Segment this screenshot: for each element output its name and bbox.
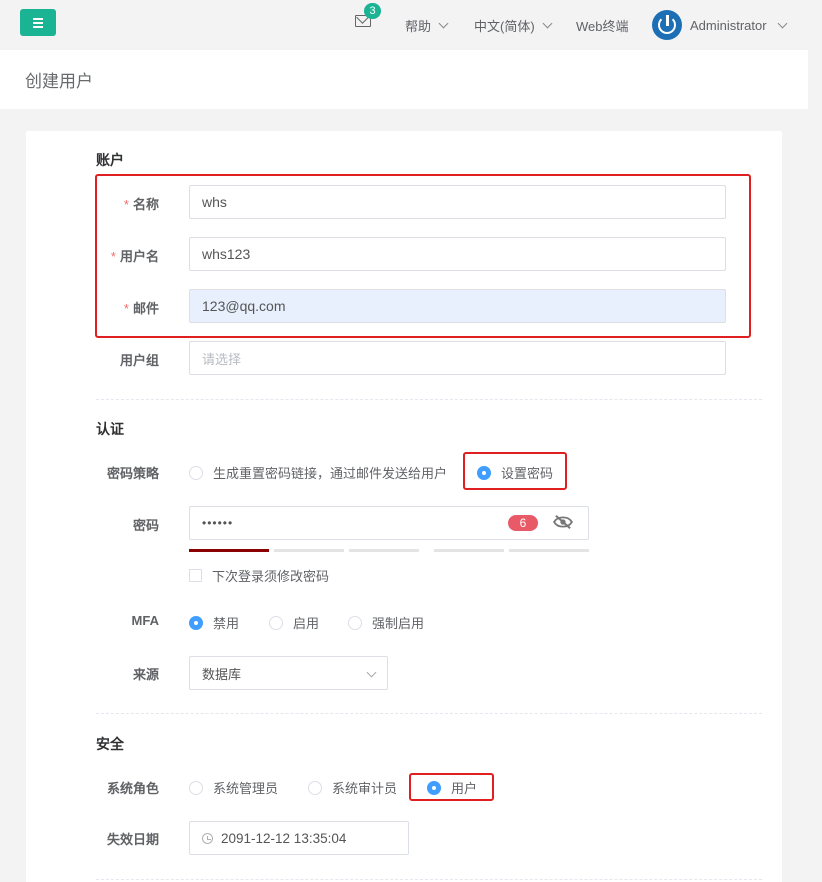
radio-mfa-enabled-label: 启用 (293, 616, 320, 631)
top-navbar: 3 帮助 中文(简体) Web终端 Administrator (0, 0, 822, 50)
radio-role-auditor-label: 系统审计员 (332, 781, 398, 796)
web-terminal-label: Web终端 (576, 18, 629, 34)
language-menu-label: 中文(简体) (474, 18, 535, 34)
radio-button (189, 780, 203, 795)
source-select[interactable]: 数据库 (189, 656, 388, 690)
radio-button (308, 780, 322, 795)
clock-icon (202, 832, 213, 844)
divider (96, 399, 762, 400)
highlight-box-role-user (409, 773, 494, 801)
user-group-label: 用户组 (119, 353, 159, 368)
page-header: 创建用户 (0, 50, 808, 109)
notification-badge: 3 (364, 3, 381, 19)
language-menu[interactable]: 中文(简体) (474, 0, 553, 50)
radio-mfa-disabled[interactable]: 禁用 (189, 613, 239, 632)
chevron-down-icon (542, 18, 553, 28)
radio-button (348, 615, 362, 630)
password-length-badge: 6 (508, 515, 538, 531)
divider (96, 713, 762, 714)
radio-mfa-enabled[interactable]: 启用 (269, 613, 319, 632)
avatar (652, 10, 682, 40)
radio-mfa-forced-label: 强制启用 (372, 616, 425, 631)
radio-role-admin[interactable]: 系统管理员 (189, 778, 278, 797)
must-change-password-label: 下次登录须修改密码 (212, 569, 330, 584)
mfa-label: MFA (131, 613, 159, 628)
chevron-down-icon (777, 18, 788, 28)
system-role-label: 系统角色 (106, 781, 159, 796)
radio-button (269, 615, 283, 630)
radio-role-auditor[interactable]: 系统审计员 (308, 778, 397, 797)
divider (96, 879, 762, 880)
section-title-account: 账户 (96, 152, 124, 168)
password-strength-bar-3 (349, 549, 419, 552)
radio-reset-link-label: 生成重置密码链接，通过邮件发送给用户 (213, 466, 448, 481)
radio-role-admin-label: 系统管理员 (213, 781, 279, 796)
menu-toggle-button[interactable] (20, 9, 56, 36)
password-strength-bar-2 (274, 549, 344, 552)
eye-off-icon[interactable] (552, 514, 574, 530)
radio-button (189, 465, 203, 480)
chevron-down-icon (366, 667, 377, 678)
user-group-select[interactable]: 请选择 (189, 341, 726, 375)
user-menu[interactable]: Administrator (652, 0, 788, 50)
web-terminal-link[interactable]: Web终端 (576, 0, 629, 50)
user-name: Administrator (690, 17, 767, 33)
help-menu[interactable]: 帮助 (405, 0, 449, 50)
radio-button (189, 615, 203, 630)
page-title: 创建用户 (25, 72, 93, 91)
password-strength-bar-4 (434, 549, 504, 552)
radio-mfa-disabled-label: 禁用 (213, 616, 240, 631)
scrollbar-track (808, 50, 822, 882)
radio-reset-link[interactable]: 生成重置密码链接，通过邮件发送给用户 (189, 463, 447, 482)
password-strength-bar-5 (509, 549, 589, 552)
help-menu-label: 帮助 (405, 18, 432, 34)
source-label: 来源 (132, 667, 159, 682)
source-select-value: 数据库 (202, 666, 242, 682)
expire-date-input[interactable]: 2091-12-12 13:35:04 (189, 821, 409, 855)
password-strength-bar-1 (189, 549, 269, 552)
highlight-box-account (95, 174, 751, 338)
password-label: 密码 (132, 518, 159, 533)
expire-date-value: 2091-12-12 13:35:04 (221, 830, 347, 846)
create-user-form: 账户 * 名称 whs * 用户名 whs123 * 邮件 123@qq.com 用户… (26, 131, 782, 882)
must-change-password-checkbox[interactable]: 下次登录须修改密码 (189, 566, 329, 585)
radio-mfa-forced[interactable]: 强制启用 (348, 613, 424, 632)
section-title-security: 安全 (96, 736, 124, 752)
hamburger-icon (33, 17, 43, 28)
checkbox (189, 569, 202, 582)
section-title-auth: 认证 (96, 421, 124, 437)
password-strategy-label: 密码策略 (106, 466, 159, 481)
expire-date-label: 失效日期 (106, 832, 159, 847)
highlight-box-set-password (463, 452, 567, 490)
chevron-down-icon (438, 18, 449, 28)
